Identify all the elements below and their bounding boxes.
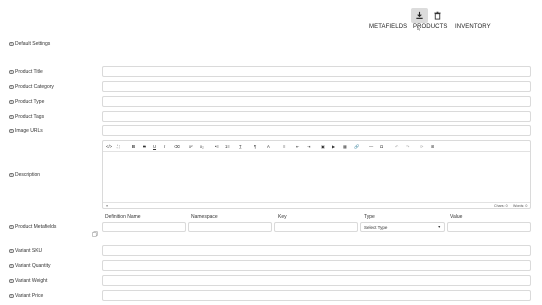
image-button[interactable]: ▣ [321,144,325,149]
metafield-header-key: Key [278,214,287,220]
product-metafields-text: Product Metafields [15,224,57,230]
variant-sku-input[interactable] [102,245,531,256]
help-icon: ? [9,84,14,90]
outdent-button[interactable]: ⇤ [296,144,300,149]
help-icon: ? [9,128,14,134]
help-icon: ? [9,41,14,47]
fullscreen-button[interactable]: ⛶ [117,144,120,149]
text-color-button[interactable]: A [267,144,270,149]
font-size-button[interactable]: T̲ [239,144,242,149]
product-title-text: Product Title [15,69,43,75]
product-tags-input[interactable] [102,111,531,122]
tab-metafields[interactable]: METAFIELDS [369,24,407,30]
delete-button[interactable] [429,8,446,23]
metafield-definition-name-input[interactable] [102,222,186,232]
product-title-label: ? Product Title [9,69,43,75]
resize-handle[interactable]: ≡ [106,204,108,208]
variant-price-label: ? Variant Price [9,293,43,299]
variant-sku-text: Variant SKU [15,248,43,254]
product-type-label: ? Product Type [9,99,44,105]
table-button[interactable]: ▦ [343,144,347,149]
metafield-header-definition-name: Definition Name [105,214,141,220]
bold-button[interactable]: B [132,144,135,149]
word-count: Words: 0 [513,204,528,208]
product-category-input[interactable] [102,81,531,92]
metafield-namespace-input[interactable] [188,222,272,232]
char-count: Chars: 0 [494,204,508,208]
subscript-button[interactable]: x₂ [200,144,204,149]
copy-icon[interactable] [92,224,98,237]
help-icon: ? [9,263,14,269]
align-button[interactable]: ≡ [283,144,285,149]
mouse-cursor [417,18,420,31]
variant-quantity-text: Variant Quantity [15,263,51,269]
product-title-input[interactable] [102,66,531,77]
help-icon: ? [9,172,14,178]
metafield-type-value: Select Type [364,224,388,230]
product-type-text: Product Type [15,99,45,105]
help-icon: ? [9,248,14,254]
code-view-button[interactable]: </> [106,144,112,149]
product-category-text: Product Category [15,84,54,90]
superscript-button[interactable]: x² [189,144,193,149]
editor-toolbar: </> ⛶ B S U I ⌫ x² x₂ •≡ 1≡ T̲ ¶ A ≡ ⇤ ⇥… [103,141,530,152]
product-tags-text: Product Tags [15,114,45,120]
help-icon: ? [9,99,14,105]
refresh-button[interactable]: ⟳ [420,144,424,149]
product-tags-label: ? Product Tags [9,114,44,120]
paragraph-button[interactable]: ¶ [254,144,256,149]
link-button[interactable]: 🔗 [354,144,359,149]
product-type-input[interactable] [102,96,531,107]
image-urls-text: Image URLs [15,128,43,134]
redo-button[interactable]: ↷ [406,144,410,149]
help-icon: ? [9,278,14,284]
horizontal-rule-button[interactable]: — [369,144,373,149]
underline-button[interactable]: U [153,144,156,149]
variant-weight-input[interactable] [102,275,531,286]
variant-price-text: Variant Price [15,293,44,299]
metafield-header-type: Type [364,214,375,220]
description-text: Description [15,172,41,178]
help-icon: ? [9,114,14,120]
product-metafields-label: ? Product Metafields [9,224,56,230]
help-icon: ? [9,293,14,299]
variant-quantity-input[interactable] [102,260,531,271]
metafield-header-value: Value [450,214,463,220]
variant-price-input[interactable] [102,290,531,301]
description-editor[interactable]: </> ⛶ B S U I ⌫ x² x₂ •≡ 1≡ T̲ ¶ A ≡ ⇤ ⇥… [102,140,531,209]
metafield-type-select[interactable]: Select Type ▼ [360,222,445,232]
help-icon: ? [9,224,14,230]
image-urls-input[interactable] [102,125,531,136]
tab-inventory[interactable]: INVENTORY [455,24,491,30]
image-urls-label: ? Image URLs [9,128,43,134]
strikethrough-button[interactable]: S [143,144,146,149]
variant-quantity-label: ? Variant Quantity [9,263,50,269]
special-char-button[interactable]: Ω [380,144,383,149]
metafield-key-input[interactable] [274,222,358,232]
eraser-button[interactable]: ⌫ [174,144,180,149]
tab-products[interactable]: PRODUCTS [413,24,447,30]
metafield-header-namespace: Namespace [191,214,218,220]
bullet-list-button[interactable]: •≡ [215,144,219,149]
default-settings-heading[interactable]: ? Default Settings [9,41,50,47]
undo-button[interactable]: ↶ [395,144,399,149]
description-label: ? Description [9,172,40,178]
trash-icon [434,11,441,20]
select-all-button[interactable]: ⊞ [431,144,435,149]
editor-statusbar: ≡ Chars: 0 Words: 0 [103,202,530,208]
variant-weight-text: Variant Weight [15,278,48,284]
numbered-list-button[interactable]: 1≡ [225,144,230,149]
help-icon: ? [9,69,14,75]
indent-button[interactable]: ⇥ [307,144,311,149]
variant-sku-label: ? Variant SKU [9,248,42,254]
chevron-down-icon: ▼ [437,225,441,229]
default-settings-label: Default Settings [15,41,51,47]
italic-button[interactable]: I [164,144,165,149]
video-button[interactable]: ▶ [332,144,335,149]
metafield-value-input[interactable] [447,222,531,232]
product-category-label: ? Product Category [9,84,54,90]
variant-weight-label: ? Variant Weight [9,278,47,284]
